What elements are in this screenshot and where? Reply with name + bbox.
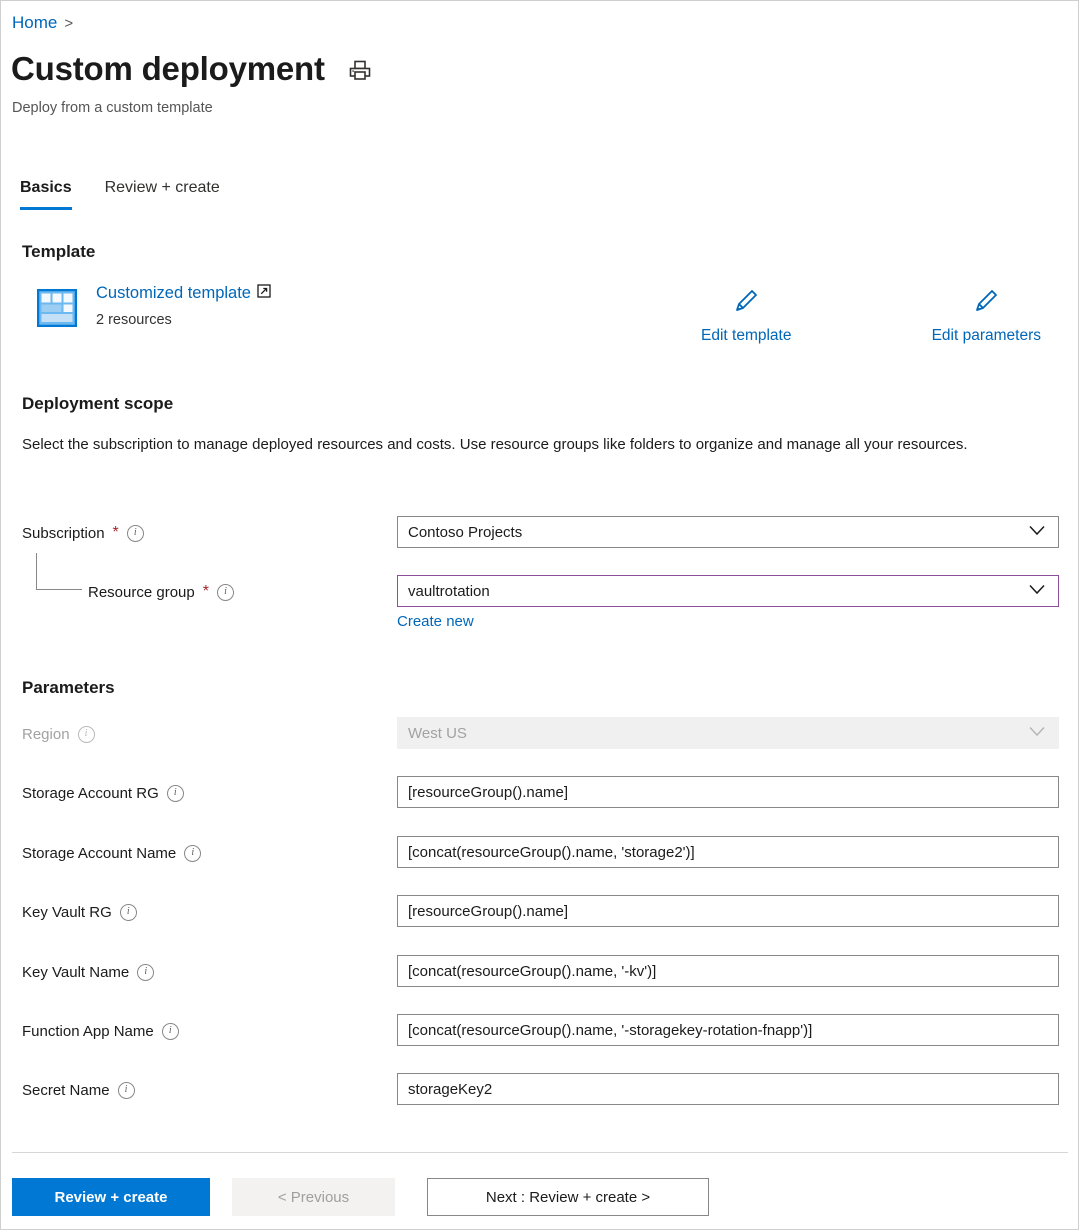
function-app-name-label: Function App Name i	[22, 1014, 179, 1048]
info-icon[interactable]: i	[184, 845, 201, 862]
page-title: Custom deployment	[11, 51, 325, 87]
key-vault-rg-label: Key Vault RG i	[22, 895, 137, 929]
customized-template-label: Customized template	[96, 284, 251, 303]
function-app-name-input[interactable]: [concat(resourceGroup().name, '-storagek…	[397, 1014, 1059, 1046]
key-vault-rg-label-text: Key Vault RG	[22, 904, 112, 921]
parameter-row-key-vault-name: Key Vault Name i [concat(resourceGroup()…	[1, 955, 1079, 989]
breadcrumb-home-link[interactable]: Home	[12, 13, 57, 33]
tab-review-create[interactable]: Review + create	[105, 179, 220, 210]
chevron-down-icon	[1028, 524, 1046, 541]
pencil-icon	[971, 286, 1001, 321]
parameter-row-storage-account-name: Storage Account Name i [concat(resourceG…	[1, 836, 1079, 870]
external-link-icon	[257, 284, 271, 303]
key-vault-rg-input[interactable]: [resourceGroup().name]	[397, 895, 1059, 927]
storage-account-rg-value: [resourceGroup().name]	[408, 784, 568, 801]
edit-parameters-button[interactable]: Edit parameters	[932, 286, 1041, 345]
subscription-row: Subscription * i Contoso Projects	[1, 516, 1079, 550]
customized-template-link[interactable]: Customized template	[96, 284, 271, 303]
storage-account-name-label-text: Storage Account Name	[22, 845, 176, 862]
info-icon[interactable]: i	[217, 584, 234, 601]
storage-account-rg-input[interactable]: [resourceGroup().name]	[397, 776, 1059, 808]
info-icon[interactable]: i	[167, 785, 184, 802]
chevron-down-icon	[1028, 583, 1046, 600]
function-app-name-label-text: Function App Name	[22, 1023, 154, 1040]
custom-deployment-page: Home > Custom deployment Deploy from a c…	[0, 0, 1079, 1230]
parameter-row-storage-account-rg: Storage Account RG i [resourceGroup().na…	[1, 776, 1079, 810]
page-subtitle: Deploy from a custom template	[12, 100, 213, 116]
storage-account-name-label: Storage Account Name i	[22, 836, 201, 870]
subscription-label: Subscription * i	[22, 516, 144, 550]
key-vault-name-value: [concat(resourceGroup().name, '-kv')]	[408, 963, 656, 980]
required-marker: *	[113, 525, 119, 541]
create-new-resource-group-link[interactable]: Create new	[397, 613, 474, 630]
template-resource-count: 2 resources	[96, 312, 172, 328]
chevron-down-icon	[1028, 725, 1046, 742]
secret-name-label-text: Secret Name	[22, 1082, 110, 1099]
parameter-row-key-vault-rg: Key Vault RG i [resourceGroup().name]	[1, 895, 1079, 929]
tab-bar: Basics Review + create	[20, 179, 220, 210]
parameter-row-region: Region i West US	[1, 717, 1079, 751]
deployment-scope-heading: Deployment scope	[22, 394, 173, 414]
parameter-row-function-app-name: Function App Name i [concat(resourceGrou…	[1, 1014, 1079, 1048]
pencil-icon	[731, 286, 761, 321]
region-value: West US	[408, 725, 467, 742]
breadcrumb: Home >	[12, 13, 73, 33]
template-section-heading: Template	[22, 242, 95, 262]
storage-account-rg-label: Storage Account RG i	[22, 776, 184, 810]
region-select: West US	[397, 717, 1059, 749]
template-actions: Edit template Edit parameters	[701, 286, 1041, 345]
key-vault-name-label: Key Vault Name i	[22, 955, 154, 989]
required-marker: *	[203, 584, 209, 600]
storage-account-name-input[interactable]: [concat(resourceGroup().name, 'storage2'…	[397, 836, 1059, 868]
key-vault-name-label-text: Key Vault Name	[22, 964, 129, 981]
info-icon[interactable]: i	[137, 964, 154, 981]
subscription-value: Contoso Projects	[408, 524, 522, 541]
info-icon[interactable]: i	[78, 726, 95, 743]
subscription-select[interactable]: Contoso Projects	[397, 516, 1059, 548]
deployment-scope-description: Select the subscription to manage deploy…	[22, 434, 1012, 455]
printer-icon[interactable]	[347, 57, 373, 88]
info-icon[interactable]: i	[120, 904, 137, 921]
template-grid-icon	[37, 289, 77, 332]
parameters-heading: Parameters	[22, 678, 115, 698]
review-create-button[interactable]: Review + create	[12, 1178, 210, 1216]
storage-account-name-value: [concat(resourceGroup().name, 'storage2'…	[408, 844, 695, 861]
secret-name-label: Secret Name i	[22, 1073, 135, 1107]
region-label: Region i	[22, 717, 95, 751]
resource-group-select[interactable]: vaultrotation	[397, 575, 1059, 607]
footer-button-bar: Review + create < Previous Next : Review…	[12, 1178, 709, 1216]
edit-template-label: Edit template	[701, 327, 791, 345]
edit-template-button[interactable]: Edit template	[701, 286, 791, 345]
storage-account-rg-label-text: Storage Account RG	[22, 785, 159, 802]
resource-group-label: Resource group * i	[88, 575, 234, 609]
previous-button: < Previous	[232, 1178, 395, 1216]
info-icon[interactable]: i	[127, 525, 144, 542]
breadcrumb-chevron-icon: >	[64, 15, 73, 32]
secret-name-input[interactable]: storageKey2	[397, 1073, 1059, 1105]
resource-group-label-text: Resource group	[88, 584, 195, 601]
parameter-row-secret-name: Secret Name i storageKey2	[1, 1073, 1079, 1107]
resource-group-row: Resource group * i vaultrotation	[1, 575, 1079, 609]
key-vault-name-input[interactable]: [concat(resourceGroup().name, '-kv')]	[397, 955, 1059, 987]
subscription-label-text: Subscription	[22, 525, 105, 542]
title-row: Custom deployment	[11, 51, 373, 88]
info-icon[interactable]: i	[118, 1082, 135, 1099]
footer-divider	[12, 1152, 1068, 1153]
function-app-name-value: [concat(resourceGroup().name, '-storagek…	[408, 1022, 812, 1039]
info-icon[interactable]: i	[162, 1023, 179, 1040]
next-review-create-button[interactable]: Next : Review + create >	[427, 1178, 709, 1216]
key-vault-rg-value: [resourceGroup().name]	[408, 903, 568, 920]
secret-name-value: storageKey2	[408, 1081, 492, 1098]
resource-group-value: vaultrotation	[408, 583, 490, 600]
region-label-text: Region	[22, 726, 70, 743]
tab-basics[interactable]: Basics	[20, 179, 72, 210]
edit-parameters-label: Edit parameters	[932, 327, 1041, 345]
